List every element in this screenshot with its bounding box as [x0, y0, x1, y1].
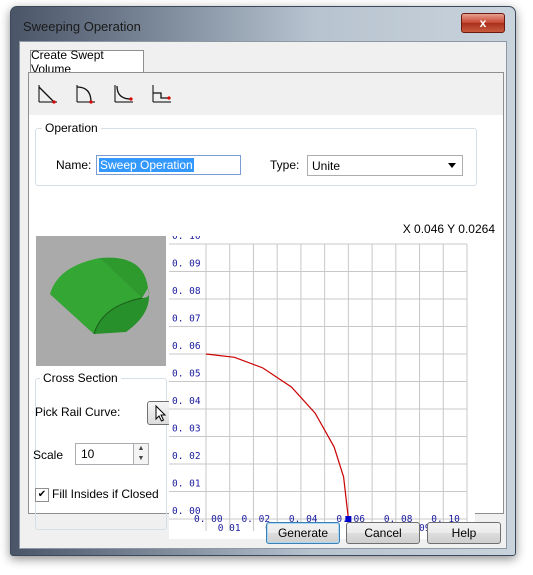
- title-bar[interactable]: Sweeping Operation x: [11, 7, 515, 41]
- y-tick-label: 0. 08: [172, 286, 201, 297]
- chevron-down-icon: [448, 163, 456, 168]
- close-icon: x: [479, 16, 487, 30]
- help-button[interactable]: Help: [427, 522, 501, 544]
- y-tick-label: 0. 10: [172, 236, 201, 242]
- fill-insides-label: Fill Insides if Closed: [52, 487, 159, 501]
- operation-group: Operation Name: Sweep Operation Type: Un…: [35, 121, 477, 186]
- dialog-window: Sweeping Operation x Create Swept Volume: [10, 6, 516, 556]
- type-select-value: Unite: [312, 158, 341, 173]
- line-profile-icon[interactable]: [35, 81, 61, 107]
- quarter-arc-icon[interactable]: [73, 81, 99, 107]
- cross-section-label: Cross Section: [40, 371, 121, 385]
- y-tick-label: 0. 03: [172, 424, 201, 435]
- operation-group-label: Operation: [42, 121, 101, 135]
- profile-toolbar: [29, 73, 503, 115]
- name-field-value: Sweep Operation: [99, 158, 194, 172]
- concave-arc-icon[interactable]: [111, 81, 137, 107]
- spin-down-button[interactable]: ▼: [133, 454, 148, 464]
- close-button[interactable]: x: [461, 13, 505, 33]
- dialog-client: Create Swept Volume Operation Name: Swee…: [19, 41, 507, 549]
- y-tick-label: 0. 04: [172, 396, 201, 407]
- y-tick-label: 0. 07: [172, 314, 201, 325]
- cancel-button[interactable]: Cancel: [346, 522, 420, 544]
- tab-create-swept-volume[interactable]: Create Swept Volume: [30, 48, 144, 76]
- name-label: Name:: [56, 158, 92, 172]
- y-tick-label: 0. 06: [172, 341, 201, 352]
- type-select[interactable]: Unite: [307, 155, 463, 176]
- y-tick-label: 0. 09: [172, 259, 201, 270]
- preview-3d-view[interactable]: [36, 236, 166, 366]
- x-tick-label: 0 01: [218, 523, 241, 534]
- pick-rail-curve-button[interactable]: [147, 401, 171, 425]
- type-label: Type:: [270, 158, 300, 172]
- y-tick-label: 0. 01: [172, 479, 201, 490]
- pick-rail-curve-label: Pick Rail Curve:: [35, 405, 121, 419]
- pointer-icon: [155, 404, 167, 422]
- step-profile-icon[interactable]: [149, 81, 175, 107]
- name-field[interactable]: Sweep Operation: [96, 155, 241, 175]
- scale-label: Scale: [33, 448, 64, 462]
- cursor-coordinates: X 0.046 Y 0.0264: [402, 222, 495, 236]
- tab-page: Operation Name: Sweep Operation Type: Un…: [28, 72, 504, 539]
- scale-value: 10: [81, 447, 95, 461]
- window-title: Sweeping Operation: [23, 19, 141, 34]
- y-tick-label: 0. 02: [172, 451, 201, 462]
- spin-up-button[interactable]: ▲: [133, 444, 148, 454]
- profile-plot[interactable]: 0. 10 0. 09 0. 08 0. 07 0. 06 0. 05 0. 04 0. 03…: [169, 236, 475, 539]
- y-tick-label: 0. 05: [172, 369, 201, 380]
- fill-insides-checkbox[interactable]: ✔: [35, 488, 49, 502]
- scale-spinner[interactable]: 10 ▲ ▼: [75, 443, 149, 465]
- generate-button[interactable]: Generate: [266, 522, 340, 544]
